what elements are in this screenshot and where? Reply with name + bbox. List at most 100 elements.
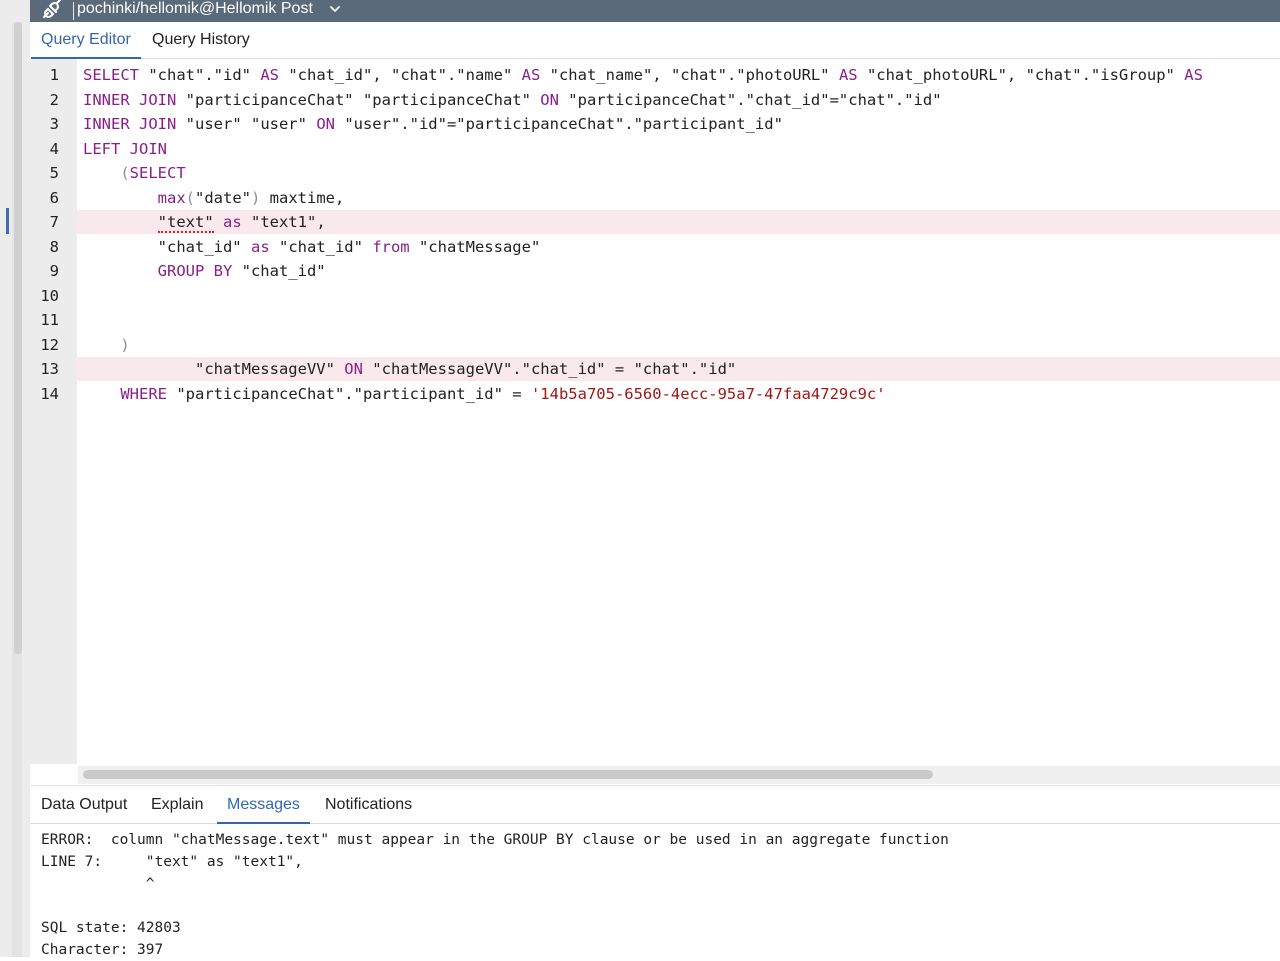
sql-code-editor[interactable]: 1 2 3 4 5 6 7 8 9 10 11 12 13 14 SELECT "chat"."id" A… — [30, 59, 1280, 764]
active-line-marker — [6, 208, 9, 234]
message-line: ^ — [41, 876, 155, 892]
code-token: "chat_name", "chat"."photoURL" — [540, 66, 839, 84]
sql-keyword: INNER JOIN — [83, 115, 177, 133]
sql-keyword: GROUP BY — [157, 262, 233, 280]
code-token: "date" — [195, 188, 251, 207]
sql-keyword: SELECT — [129, 164, 186, 182]
error-squiggle-token: "text" — [157, 213, 214, 233]
sql-keyword: ON — [540, 90, 559, 109]
line-number: 14 — [40, 384, 59, 403]
horizontal-scrollbar[interactable] — [78, 766, 1280, 784]
tab-query-editor[interactable]: Query Editor — [31, 22, 141, 59]
output-tab-bar: Data Output Explain Messages Notificatio… — [30, 785, 1280, 824]
line-number: 2 — [49, 90, 59, 109]
left-panel-strip — [0, 0, 30, 957]
sql-keyword: AS — [521, 66, 541, 84]
code-token: "chat_id" — [83, 237, 251, 256]
messages-panel: ERROR: column "chatMessage.text" must ap… — [41, 829, 949, 961]
code-token: "chat"."id" — [139, 66, 261, 84]
sql-keyword: INNER JOIN — [83, 90, 177, 109]
code-line[interactable]: max("date") maxtime, — [83, 186, 345, 210]
parenthesis: ( — [185, 188, 195, 207]
code-line[interactable]: SELECT "chat"."id" AS "chat_id", "chat".… — [83, 63, 1203, 87]
code-token: "chatMessageVV"."chat_id" = "chat"."id" — [362, 360, 737, 378]
parenthesis: ) — [251, 188, 261, 207]
code-line[interactable]: LEFT JOIN — [83, 137, 167, 161]
vertical-scrollbar-thumb[interactable] — [14, 22, 22, 654]
sql-keyword: ON — [344, 360, 363, 378]
message-line: Character: 397 — [41, 942, 164, 958]
parenthesis: ) — [120, 335, 130, 354]
line-number: 8 — [49, 237, 59, 256]
sql-keyword: LEFT JOIN — [83, 139, 167, 158]
code-line[interactable]: WHERE "participanceChat"."participant_id… — [83, 382, 886, 406]
tab-data-output[interactable]: Data Output — [41, 786, 127, 823]
code-token: "chatMessageVV" — [83, 360, 345, 378]
line-number: 11 — [40, 311, 59, 329]
code-token: "participanceChat"."chat_id"="chat"."id" — [558, 90, 942, 109]
code-line[interactable]: "text" as "text1", — [83, 210, 326, 234]
line-number: 5 — [49, 164, 59, 182]
sql-keyword: AS — [838, 66, 858, 84]
message-line: LINE 7: "text" as "text1", — [41, 854, 303, 870]
code-token: "chat_id", "chat"."name" — [279, 66, 522, 84]
line-number: 13 — [40, 360, 59, 378]
connection-plug-icon[interactable] — [40, 0, 62, 20]
code-line[interactable]: "chat_id" as "chat_id" from "chatMessage… — [83, 235, 541, 259]
code-token: "participanceChat"."participant_id" = — [167, 384, 531, 403]
sql-keyword: as — [223, 213, 242, 231]
horizontal-scrollbar-thumb[interactable] — [83, 770, 933, 779]
code-token: "chat_id" — [269, 237, 373, 256]
code-token: "text1", — [241, 213, 326, 231]
code-line[interactable]: INNER JOIN "user" "user" ON "user"."id"=… — [83, 112, 783, 136]
tab-messages[interactable]: Messages — [217, 786, 310, 824]
code-line[interactable]: ) — [83, 333, 130, 357]
tab-explain[interactable]: Explain — [151, 786, 203, 823]
line-number: 3 — [49, 115, 59, 133]
line-number: 4 — [49, 139, 59, 158]
line-number: 7 — [49, 213, 59, 231]
line-number: 6 — [49, 188, 59, 207]
sql-keyword: AS — [260, 66, 279, 84]
code-line[interactable]: (SELECT — [83, 161, 186, 185]
connection-bar: pochinki/hellomik@Hellomik Post — [30, 0, 1280, 22]
code-token: maxtime, — [260, 188, 345, 207]
code-token: "chat_photoURL", "chat"."isGroup" — [857, 66, 1185, 84]
line-number: 10 — [40, 286, 59, 305]
sql-keyword: from — [372, 237, 410, 256]
tab-notifications[interactable]: Notifications — [325, 786, 412, 823]
string-literal: '14b5a705-6560-4ecc-95a7-47faa4729c9c' — [530, 384, 886, 403]
code-token: "chatMessage" — [409, 237, 541, 256]
code-token: "chat_id" — [232, 262, 326, 280]
connection-bar-separator — [73, 2, 74, 20]
code-line[interactable]: "chatMessageVV" ON "chatMessageVV"."chat… — [83, 357, 736, 381]
line-number-gutter: 1 2 3 4 5 6 7 8 9 10 11 12 13 14 — [30, 59, 77, 764]
parenthesis: ( — [120, 164, 130, 182]
line-number: 12 — [40, 335, 59, 354]
sql-keyword: ON — [316, 115, 335, 133]
message-line: SQL state: 42803 — [41, 920, 181, 936]
line-number: 9 — [49, 262, 59, 280]
tab-query-history[interactable]: Query History — [152, 22, 250, 58]
sql-keyword: as — [250, 237, 270, 256]
connection-label[interactable]: pochinki/hellomik@Hellomik Post — [77, 0, 313, 18]
code-line[interactable]: GROUP BY "chat_id" — [83, 259, 326, 283]
chevron-down-icon[interactable] — [329, 3, 341, 15]
sql-keyword: WHERE — [120, 384, 167, 403]
sql-keyword: AS — [1184, 66, 1203, 84]
code-token: "participanceChat" "participanceChat" — [176, 90, 541, 109]
message-line — [41, 895, 949, 917]
line-number: 1 — [49, 66, 59, 84]
code-token: "user"."id"="participanceChat"."particip… — [334, 115, 783, 133]
code-token: "user" "user" — [176, 115, 317, 133]
message-line: ERROR: column "chatMessage.text" must ap… — [41, 832, 949, 848]
code-line[interactable]: INNER JOIN "participanceChat" "participa… — [83, 88, 942, 112]
sql-keyword: SELECT — [83, 66, 139, 84]
